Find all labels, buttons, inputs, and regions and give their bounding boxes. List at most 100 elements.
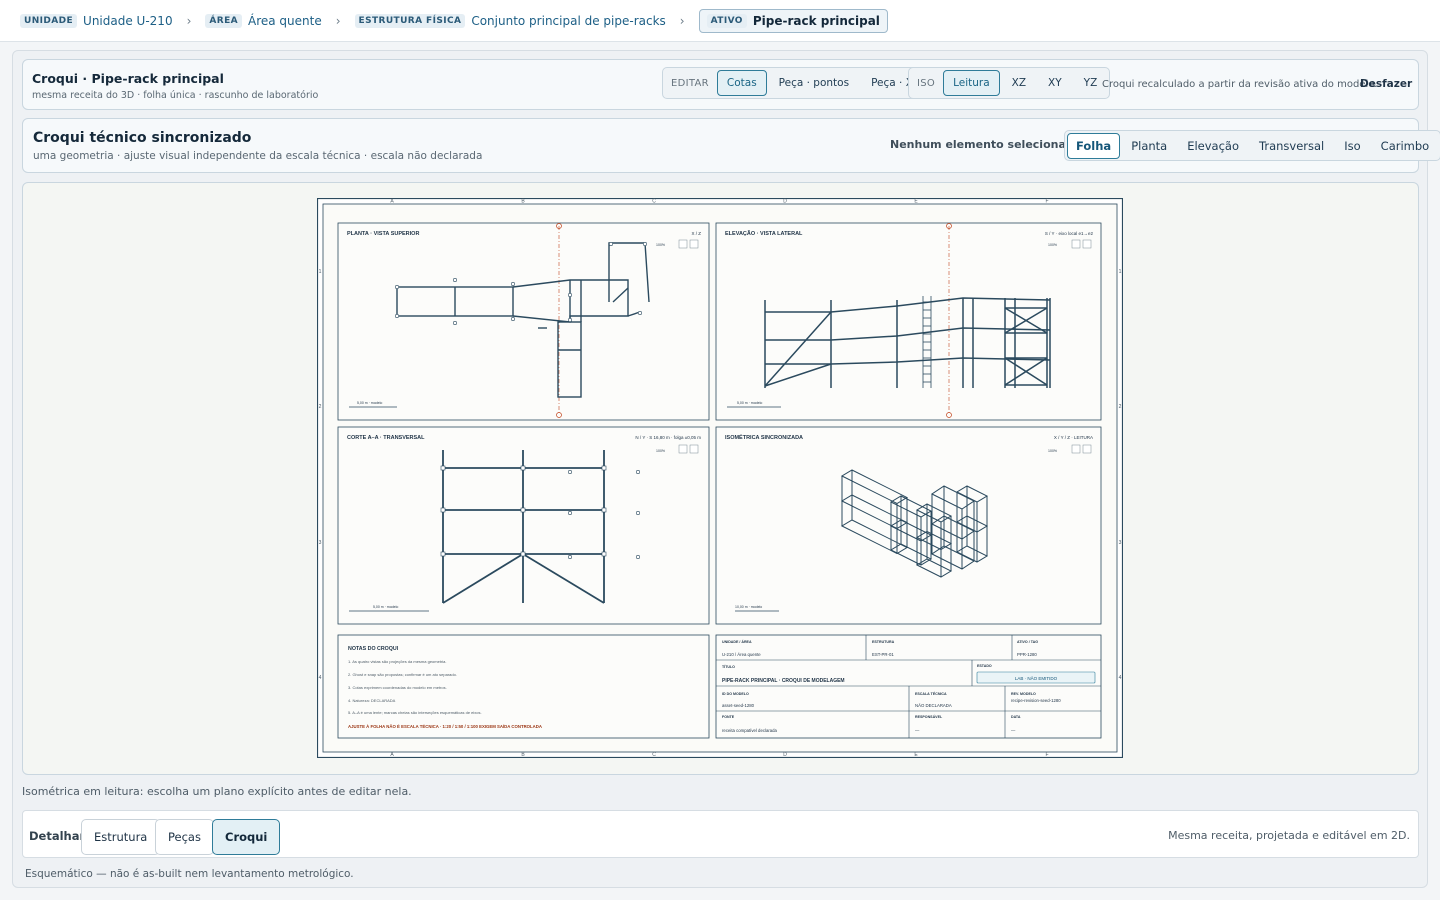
iso-title: ISOMÉTRICA SINCRONIZADA [725,433,803,441]
grid-row-label: 2 [319,404,322,410]
breadcrumb-asset[interactable]: ATIVO Pipe-rack principal [698,8,888,33]
iso-leitura-button[interactable]: Leitura [943,70,1000,96]
tab-planta[interactable]: Planta [1122,133,1176,159]
cut-axes: N / Y · S 16,80 m · folga ±0,05 m [635,435,701,440]
crumb-key: ESTRUTURA FÍSICA [354,13,466,28]
grid-column-label: C [652,199,656,205]
breadcrumb-structure[interactable]: ESTRUTURA FÍSICA Conjunto principal de pi… [354,10,666,32]
tab-iso[interactable]: Iso [1335,133,1369,159]
crumb-value: Unidade U-210 [83,13,173,28]
grid-row-label: 1 [1119,269,1122,275]
zoom-in-button[interactable] [689,239,699,249]
notes-block: NOTAS DO CROQUI 1. As quatro vistas são … [337,634,710,739]
recalc-note: Croqui recalculado a partir da revisão a… [1102,79,1378,90]
zoom-out-button[interactable] [1071,444,1081,454]
tab-folha[interactable]: Folha [1067,132,1121,159]
stamp-resp-label: RESPONSÁVEL [915,714,943,719]
selection-status: Nenhum elemento selecionado [890,138,1082,151]
edit-peca-pontos-button[interactable]: Peça · pontos [769,70,859,96]
tab-elevacao[interactable]: Elevação [1178,133,1248,159]
croqui-header: Croqui · Pipe-rack principal mesma recei… [22,59,1419,110]
cut-scale: 5,00 m · modelo [373,605,398,609]
iso-xz-button[interactable]: XZ [1002,70,1036,96]
grid-column-label: D [783,752,787,758]
crumb-value: Área quente [248,13,322,28]
plan-scale: 5,00 m · modelo [357,401,382,405]
note-item: 1. As quatro vistas são projeções da mes… [348,659,447,664]
grid-row-label: 3 [1119,540,1122,546]
undo-button[interactable]: Desfazer [1360,78,1412,90]
elev-scale: 5,00 m · modelo [737,401,762,405]
grid-row-label: 2 [1119,404,1122,410]
view-tabs: Folha Planta Elevação Transversal Iso Ca… [1064,130,1440,161]
iso-zoom: 100% [1048,449,1057,453]
stamp-model-label: ID DO MODELO [722,692,749,696]
grid-row-label: 4 [1119,675,1122,681]
iso-axes: X / Y / Z · LEITURA [1054,435,1093,440]
crumb-value: Pipe-rack principal [752,13,880,28]
stamp-state-badge: LAB · NÃO EMITIDO [1015,675,1058,681]
breadcrumb: UNIDADE Unidade U-210 › ÁREA Área quente ›… [0,0,1440,42]
tab-croqui[interactable]: Croqui [212,819,281,855]
breadcrumb-unit[interactable]: UNIDADE Unidade U-210 [20,10,173,32]
edit-label: EDITAR [671,77,709,89]
zoom-in-button[interactable] [689,444,699,454]
page-subtitle: mesma receita do 3D · folha única · rasc… [32,90,319,101]
stamp-resp-value: — [915,728,920,733]
grid-row-label: 4 [319,675,322,681]
tab-transversal[interactable]: Transversal [1250,133,1333,159]
breadcrumb-area[interactable]: ÁREA Área quente [205,10,322,32]
stamp-structure-value: EST-PR-01 [872,652,894,657]
stamp-title-label: TÍTULO [722,664,735,669]
stamp-source-value: receita compatível declarada [722,728,778,733]
title-stamp[interactable]: UNIDADE / ÁREA U-210 / Área quente ESTRU… [715,634,1102,739]
footer-disclaimer: Esquemático — não é as-built nem levanta… [25,868,354,880]
grid-row-label: 1 [319,269,322,275]
zoom-out-button[interactable] [678,444,688,454]
page-title: Croqui · Pipe-rack principal [32,71,224,86]
iso-xy-button[interactable]: XY [1038,70,1072,96]
sync-header: Croqui técnico sincronizado uma geometri… [22,118,1440,173]
plan-view[interactable]: PLANTA · VISTA SUPERIOR X / Z 100% 5,00 … [337,222,710,421]
drawing-sheet[interactable]: AABBCCDDEEFF1 12 23 34 4 PLANTA · VISTA SUPE… [317,198,1123,758]
zoom-out-button[interactable] [678,239,688,249]
stamp-source-label: FONTE [722,715,735,719]
iso-hint: Isométrica em leitura: escolha um plano … [22,785,412,798]
chevron-right-icon: › [335,13,341,28]
stamp-unit-value: U-210 / Área quente [722,652,761,657]
note-item: 4. Natureza: DECLARADA [348,698,396,703]
tab-estrutura[interactable]: Estrutura [81,819,161,855]
cut-zoom: 100% [656,449,665,453]
crumb-key: ÁREA [205,13,242,28]
stamp-rev-value: recipe-revision-seed-1280 [1011,698,1061,703]
zoom-in-button[interactable] [1082,239,1092,249]
notes-title: NOTAS DO CROQUI [348,646,399,652]
crumb-value: Conjunto principal de pipe-racks [471,13,666,28]
stamp-scale-label: ESCALA TÉCNICA [915,691,947,696]
stamp-asset-value: PPR-1280 [1017,652,1037,657]
note-item: 5. A–A é uma lente; marcas cheias são in… [348,710,482,715]
grid-column-label: C [652,752,656,758]
iso-scale: 10,00 m · modelo [735,605,762,609]
notes-warning: AJUSTE À FOLHA NÃO É ESCALA TÉCNICA · 1:… [348,724,542,729]
elev-zoom: 100% [1048,243,1057,247]
sync-title: Croqui técnico sincronizado [33,130,252,146]
stamp-structure-label: ESTRUTURA [872,640,895,644]
zoom-in-button[interactable] [1082,444,1092,454]
crumb-key: UNIDADE [20,13,78,28]
plan-axes: X / Z [691,231,701,236]
stamp-date-value: — [1011,728,1016,733]
grid-column-label: F [1045,752,1048,758]
stamp-asset-label: ATIVO / TAG [1017,640,1038,644]
tab-pecas[interactable]: Peças [155,819,214,855]
elev-title: ELEVAÇÃO · VISTA LATERAL [725,230,803,237]
stamp-scale-value: NÃO DECLARADA [915,703,952,708]
zoom-out-button[interactable] [1071,239,1081,249]
elevation-view[interactable]: ELEVAÇÃO · VISTA LATERAL S / Y · eixo lo… [715,222,1102,421]
edit-cotas-button[interactable]: Cotas [716,70,767,96]
cross-section-view[interactable]: CORTE A–A · TRANSVERSAL N / Y · S 16,80 … [337,426,710,625]
isometric-view[interactable]: ISOMÉTRICA SINCRONIZADA X / Y / Z · LEIT… [715,426,1102,625]
chevron-right-icon: › [679,13,685,28]
grid-column-label: D [783,199,787,205]
tab-carimbo[interactable]: Carimbo [1372,133,1439,159]
